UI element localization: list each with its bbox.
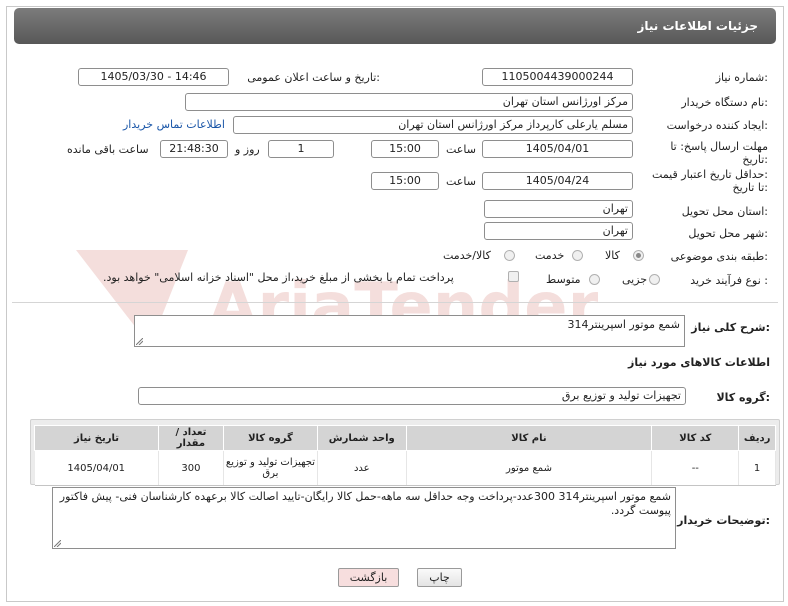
col-qty: تعداد / مقدار [157, 425, 224, 451]
treasury-payment-note: پرداخت تمام یا بخشی از مبلغ خرید،از محل … [103, 271, 454, 284]
category-option-goods: کالا [605, 249, 620, 262]
row-code: -- [651, 450, 740, 486]
announce-label: تاریخ و ساعت اعلان عمومی: [247, 71, 380, 84]
description-label: شرح کلی نیاز: [691, 321, 770, 334]
col-group: گروه کالا [222, 425, 319, 451]
col-name: نام کالا [405, 425, 653, 451]
category-radio-service[interactable] [572, 250, 583, 261]
remaining-time-field: 21:48:30 [160, 140, 228, 158]
category-option-service: خدمت [535, 249, 565, 262]
goods-section-title: اطلاعات کالاهای مورد نیاز [628, 356, 770, 369]
category-option-goods-service: کالا/خدمت [443, 249, 491, 262]
row-number: 1 [738, 450, 776, 486]
description-textarea[interactable]: شمع موتور اسپرینتر314 [134, 315, 685, 347]
buyer-org-field: مرکز اورژانس استان تهران [185, 93, 633, 111]
col-row: ردیف [738, 425, 776, 451]
need-number-field: 1105004439000244 [482, 68, 633, 86]
back-button[interactable]: بازگشت [338, 568, 399, 587]
table-row: 1 -- شمع موتور عدد تجهیزات تولید و توزیع… [34, 450, 776, 486]
items-table: ردیف کد کالا نام کالا واحد شمارش گروه کا… [34, 425, 776, 486]
process-label: نوع فرآیند خرید : [690, 274, 768, 287]
days-field: 1 [268, 140, 334, 158]
items-table-header: ردیف کد کالا نام کالا واحد شمارش گروه کا… [34, 425, 776, 451]
reply-time-field: 15:00 [371, 140, 439, 158]
province-label: استان محل تحویل: [681, 205, 768, 218]
city-field: تهران [484, 222, 633, 240]
row-name: شمع موتور [406, 450, 653, 486]
remaining-label: ساعت باقی مانده [67, 143, 149, 156]
reply-time-label: ساعت [446, 143, 476, 156]
row-group: تجهیزات تولید و توزیع برق [223, 450, 319, 486]
col-date: تاریخ نیاز [34, 425, 159, 451]
category-radio-goods-service[interactable] [504, 250, 515, 261]
reply-deadline-label: مهلت ارسال پاسخ: تا [670, 140, 768, 153]
city-label: شهر محل تحویل: [688, 227, 768, 240]
buyer-notes-label: توضیحات خریدار: [677, 514, 770, 527]
process-option-medium: متوسط [546, 273, 581, 286]
announce-field: 1405/03/30 - 14:46 [78, 68, 229, 86]
days-label: روز و [235, 143, 260, 156]
goods-group-label: گروه کالا: [716, 391, 770, 404]
process-option-minor: جزیی [622, 273, 648, 286]
reply-deadline-label-2: تاریخ: [742, 153, 768, 166]
category-radio-goods[interactable] [633, 250, 644, 261]
resize-grip-icon[interactable] [54, 540, 61, 547]
row-unit: عدد [317, 450, 407, 486]
buyer-notes-textarea[interactable]: شمع موتور اسپرینتر314 300عدد-پرداخت وجه … [52, 487, 676, 549]
need-number-label: شماره نیاز: [715, 71, 768, 84]
process-radio-minor[interactable] [649, 274, 660, 285]
category-label: طبقه بندی موضوعی: [670, 250, 768, 263]
resize-grip-icon[interactable] [136, 338, 143, 345]
row-qty: 300 [158, 450, 224, 486]
page-title: جزئیات اطلاعات نیاز [637, 19, 758, 33]
reply-date-field: 1405/04/01 [482, 140, 633, 158]
goods-group-field: تجهیزات تولید و توزیع برق [138, 387, 686, 405]
treasury-payment-checkbox[interactable] [508, 271, 519, 282]
price-deadline-label: حداقل تاریخ اعتبار قیمت: [652, 168, 768, 181]
creator-label: ایجاد کننده درخواست: [666, 119, 768, 132]
price-time-label: ساعت [446, 175, 476, 188]
buyer-contact-link[interactable]: اطلاعات تماس خریدار [123, 118, 225, 131]
province-field: تهران [484, 200, 633, 218]
page-header: جزئیات اطلاعات نیاز [14, 8, 776, 44]
price-time-field: 15:00 [371, 172, 439, 190]
buyer-org-label: نام دستگاه خریدار: [681, 96, 768, 109]
creator-field: مسلم یارعلی کارپرداز مرکز اورژانس استان … [233, 116, 633, 134]
col-unit: واحد شمارش [317, 425, 407, 451]
price-deadline-label-2: تا تاریخ: [732, 181, 768, 194]
row-date: 1405/04/01 [34, 450, 159, 486]
process-radio-medium[interactable] [589, 274, 600, 285]
print-button[interactable]: چاپ [417, 568, 462, 587]
col-code: کد کالا [651, 425, 740, 451]
price-date-field: 1405/04/24 [482, 172, 633, 190]
divider [12, 302, 778, 303]
